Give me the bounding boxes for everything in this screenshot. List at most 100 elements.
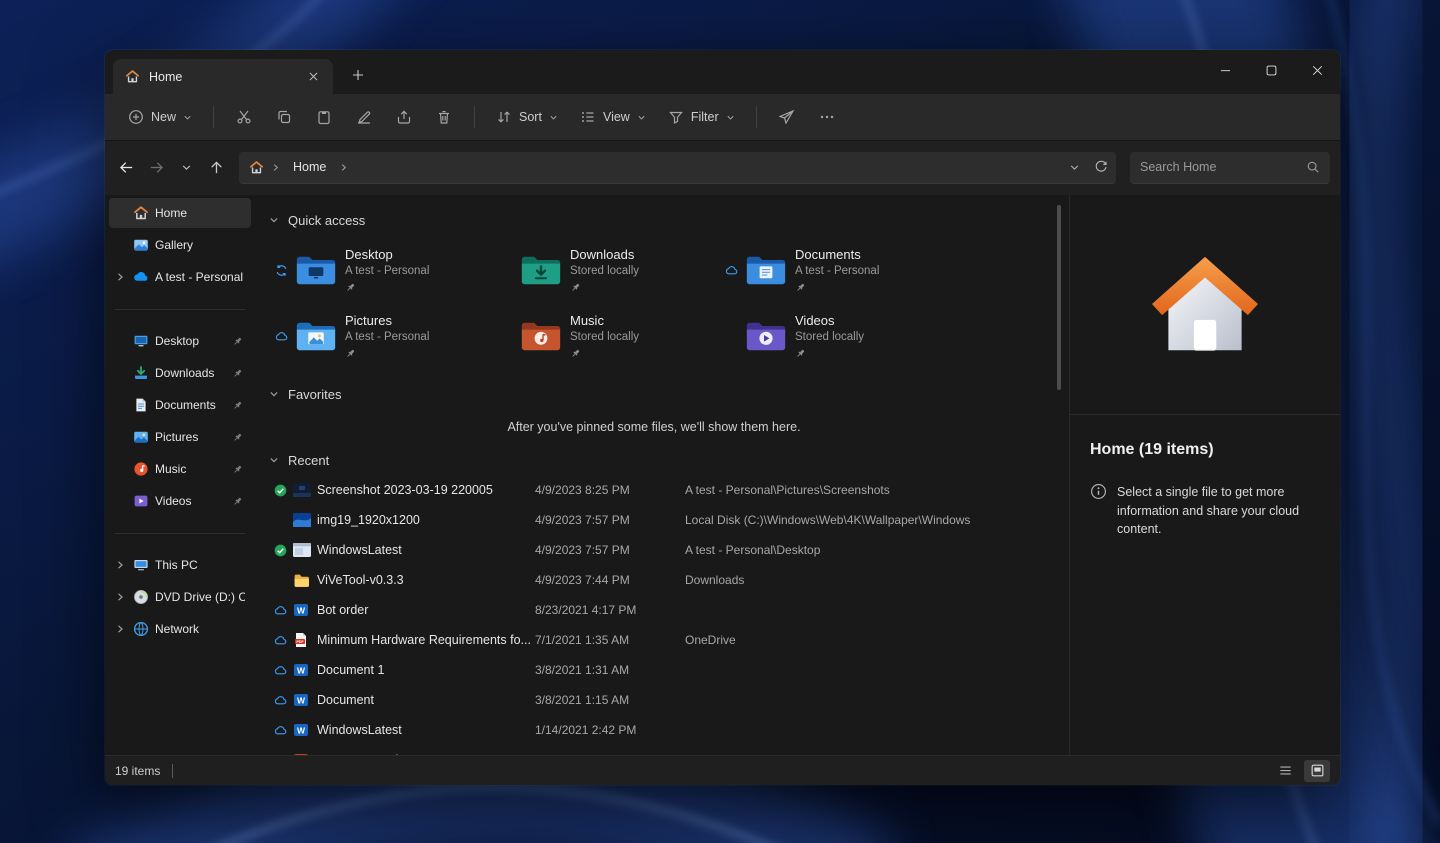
recent-file-row[interactable]: W Document 1 3/8/2021 1:31 AM [269,655,1069,685]
recent-file-row[interactable]: W WindowsLatest 1/14/2021 2:42 PM [269,715,1069,745]
section-recent[interactable]: Recent [269,445,1069,475]
quick-access-item-pictures[interactable]: Pictures A test - Personal [269,305,494,367]
minimize-button[interactable] [1202,50,1248,90]
recent-file-row[interactable]: WindowsLatest 4/9/2023 7:57 PM A test - … [269,535,1069,565]
sidebar-item-videos[interactable]: Videos [109,486,251,516]
close-button[interactable] [1294,50,1340,90]
refresh-icon[interactable] [1094,160,1108,174]
quick-access-item-videos[interactable]: Videos Stored locally [719,305,944,367]
share-button[interactable] [386,102,422,132]
breadcrumb-home[interactable]: Home [287,157,332,177]
recent-file-date: 4/9/2023 7:44 PM [535,573,685,587]
chevron-down-icon [549,113,558,122]
home-icon [133,205,149,221]
recent-file-row[interactable]: W Bot order 8/23/2021 4:17 PM [269,595,1069,625]
details-view-toggle[interactable] [1272,760,1298,782]
home-icon-large [1147,252,1263,358]
sidebar-item-music[interactable]: Music [109,454,251,484]
sidebar-item-pictures[interactable]: Pictures [109,422,251,452]
expand-chevron-icon[interactable] [113,592,127,602]
sidebar-item-desktop[interactable]: Desktop [109,326,251,356]
tab-close-icon[interactable] [303,67,323,87]
large-icons-view-toggle[interactable] [1304,760,1330,782]
sidebar-item-downloads[interactable]: Downloads [109,358,251,388]
sidebar-item-home[interactable]: Home [109,198,251,228]
sidebar-item-dvd-drive-d-ccc[interactable]: DVD Drive (D:) CCC [109,582,251,612]
breadcrumb-chevron-icon [339,163,348,172]
shot-dark-file-icon [291,483,317,497]
word-file-icon: W [291,722,317,738]
recent-file-date: 7/1/2021 1:35 AM [535,633,685,647]
sidebar-divider [109,518,251,550]
scrollbar[interactable] [1057,201,1061,749]
recent-file-row[interactable]: Screenshot 2023-03-19 220005 4/9/2023 8:… [269,475,1069,505]
svg-text:W: W [297,666,306,676]
search-icon[interactable] [1306,160,1320,174]
rename-button[interactable] [346,102,382,132]
quick-access-item-subtitle: A test - Personal [795,264,879,279]
search-input[interactable] [1140,160,1306,174]
forward-button[interactable] [141,153,171,183]
sidebar-item-gallery[interactable]: Gallery [109,230,251,260]
quick-access-item-documents[interactable]: Documents A test - Personal [719,239,944,301]
recent-file-row[interactable]: PDF Minimum Hardware Requirements fo... … [269,625,1069,655]
favorites-empty-text: After you've pinned some files, we'll sh… [269,409,1039,445]
recent-file-date: 3/8/2021 1:15 AM [535,693,685,707]
chevron-down-icon [269,215,279,225]
section-favorites[interactable]: Favorites [269,379,1069,409]
up-button[interactable] [201,153,231,183]
expand-chevron-icon[interactable] [113,560,127,570]
back-button[interactable] [111,153,141,183]
recent-file-name: ViVeTool-v0.3.3 [317,573,535,587]
quick-access-item-subtitle: Stored locally [570,330,639,345]
gallery-icon [133,237,149,253]
recent-locations-button[interactable] [171,153,201,183]
sort-button[interactable]: Sort [487,102,567,132]
svg-text:W: W [297,696,306,706]
delete-button[interactable] [426,102,462,132]
new-button[interactable]: New [119,102,201,132]
recent-file-date: 8/23/2021 4:17 PM [535,603,685,617]
paste-button[interactable] [306,102,342,132]
scrollbar-thumb[interactable] [1057,205,1061,390]
recent-file-name: WindowsLatest [317,543,535,557]
view-button[interactable]: View [571,102,655,132]
search-box[interactable] [1130,152,1330,184]
check-badge-icon [269,544,291,557]
recent-file-location: A test - Personal\Desktop [685,543,1061,557]
recent-file-row[interactable]: P Test presentation.pptx 12/7/2020 12:22… [269,745,1069,755]
recent-file-row[interactable]: W Document 3/8/2021 1:15 AM [269,685,1069,715]
more-options-button[interactable] [809,102,845,132]
pin-icon [345,282,429,294]
copy-button[interactable] [266,102,302,132]
quick-access-item-music[interactable]: Music Stored locally [494,305,719,367]
recent-file-row[interactable]: img19_1920x1200 4/9/2023 7:57 PM Local D… [269,505,1069,535]
sidebar-item-network[interactable]: Network [109,614,251,644]
recent-file-row[interactable]: ViVeTool-v0.3.3 4/9/2023 7:44 PM Downloa… [269,565,1069,595]
expand-chevron-icon[interactable] [113,624,127,634]
tab-home[interactable]: Home [113,59,333,94]
quick-access-item-desktop[interactable]: Desktop A test - Personal [269,239,494,301]
pin-icon [229,336,245,347]
address-bar[interactable]: Home [239,152,1116,184]
recent-file-name: Document [317,693,535,707]
recent-file-name: img19_1920x1200 [317,513,535,527]
cut-button[interactable] [226,102,262,132]
content-area: Home Gallery A test - Personal Desktop D… [105,195,1340,755]
new-tab-button[interactable] [345,62,371,88]
sidebar-item-this-pc[interactable]: This PC [109,550,251,580]
cloud-badge-icon [269,664,291,677]
sidebar-item-documents[interactable]: Documents [109,390,251,420]
maximize-button[interactable] [1248,50,1294,90]
recent-file-date: 1/14/2021 2:42 PM [535,723,685,737]
quick-access-item-downloads[interactable]: Downloads Stored locally [494,239,719,301]
section-quick-access[interactable]: Quick access [269,205,1069,235]
address-dropdown-icon[interactable] [1069,162,1080,173]
sidebar-item-a-test-personal[interactable]: A test - Personal [109,262,251,292]
send-button[interactable] [769,102,805,132]
home-icon [249,160,264,175]
expand-chevron-icon[interactable] [113,272,127,282]
filter-button[interactable]: Filter [659,102,744,132]
svg-text:W: W [297,726,306,736]
details-pane: Home (19 items) Select a single file to … [1069,195,1340,755]
